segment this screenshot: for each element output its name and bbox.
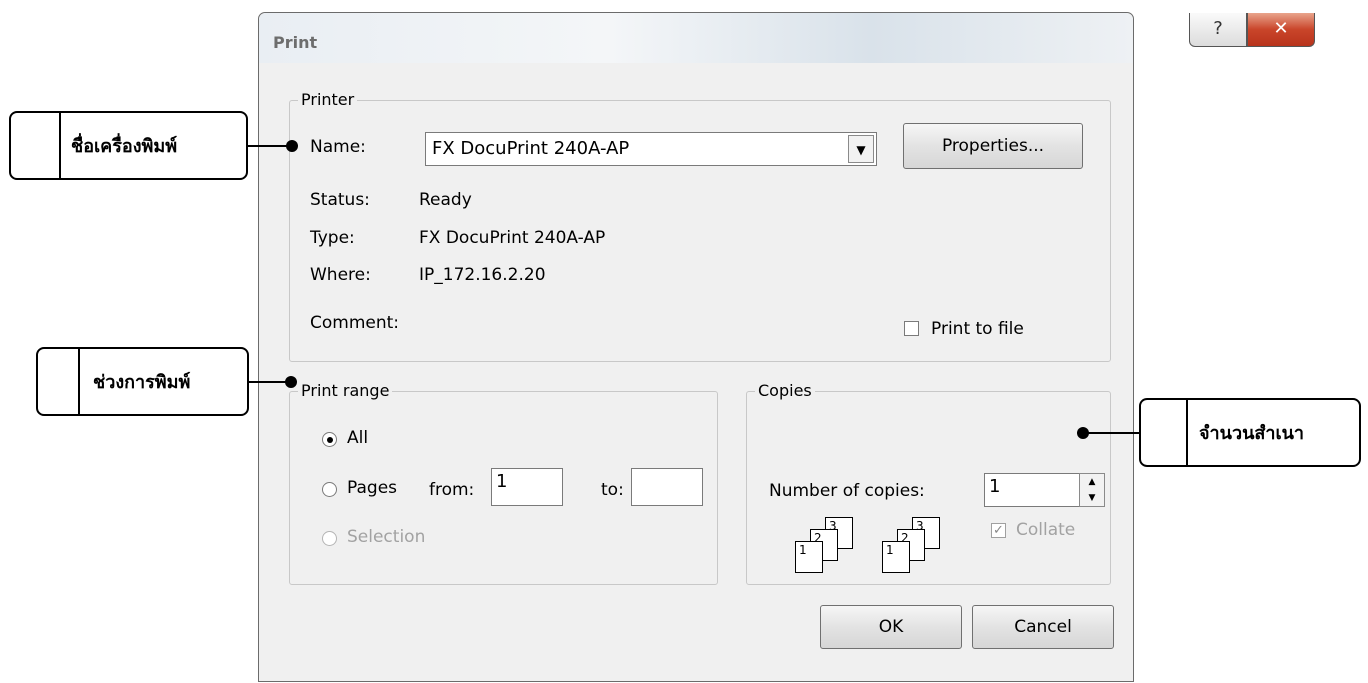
from-label: from: — [429, 480, 475, 500]
to-label: to: — [601, 480, 624, 500]
callout-print-range-bullet — [285, 376, 297, 388]
print-range-all-radio[interactable] — [322, 432, 337, 447]
print-range-pages-label[interactable]: Pages — [347, 478, 397, 498]
where-label: Where: — [310, 265, 371, 285]
copies-spinner[interactable]: ▲ ▼ — [1079, 473, 1105, 507]
callout-copies-bullet — [1077, 427, 1089, 439]
collate-page-1: 1 — [882, 541, 910, 573]
help-button[interactable]: ? — [1189, 13, 1247, 47]
close-button[interactable]: ✕ — [1247, 13, 1315, 47]
callout-print-range: ช่วงการพิมพ์ — [36, 347, 249, 416]
where-value: IP_172.16.2.20 — [419, 265, 546, 285]
help-icon: ? — [1213, 18, 1223, 39]
title-bar[interactable]: Print — [259, 13, 1133, 63]
ok-button[interactable]: OK — [820, 605, 962, 649]
callout-divider — [59, 113, 61, 178]
callout-printer-name: ชื่อเครื่องพิมพ์ — [9, 111, 248, 180]
dialog-client-area: Printer Name: FX DocuPrint 240A-AP ▼ Pro… — [269, 63, 1125, 683]
print-range-all-label[interactable]: All — [347, 428, 368, 448]
callout-divider — [1186, 400, 1188, 465]
callout-print-range-text: ช่วงการพิมพ์ — [93, 372, 191, 393]
from-page-input[interactable]: 1 — [491, 468, 563, 506]
type-label: Type: — [310, 228, 355, 248]
print-range-selection-label[interactable]: Selection — [347, 527, 425, 547]
callout-copies: จำนวนสำเนา — [1139, 398, 1361, 467]
collate-page-1: 1 — [795, 541, 823, 573]
callout-divider — [78, 349, 80, 414]
print-range-pages-radio[interactable] — [322, 482, 337, 497]
print-dialog: Print ? ✕ Printer Name: FX DocuPrint 240… — [258, 12, 1315, 683]
number-of-copies-label: Number of copies: — [769, 481, 925, 501]
cancel-button[interactable]: Cancel — [972, 605, 1114, 649]
printer-name-label: Name: — [310, 137, 366, 157]
status-value: Ready — [419, 190, 472, 210]
number-of-copies-input[interactable]: 1 — [984, 473, 1080, 507]
collate-checkbox[interactable]: ✓ — [991, 523, 1006, 538]
printer-legend: Printer — [298, 90, 358, 109]
dialog-title: Print — [273, 33, 318, 52]
comment-label: Comment: — [310, 313, 400, 333]
print-to-file-checkbox[interactable] — [904, 321, 919, 336]
printer-name-select[interactable]: FX DocuPrint 240A-AP ▼ — [425, 132, 877, 166]
collate-label[interactable]: Collate — [1016, 520, 1075, 540]
printer-name-value: FX DocuPrint 240A-AP — [432, 138, 630, 159]
properties-button[interactable]: Properties... — [903, 123, 1083, 169]
radio-selected-dot — [327, 437, 333, 443]
copies-legend: Copies — [755, 381, 815, 400]
print-to-file-label[interactable]: Print to file — [931, 319, 1024, 339]
status-label: Status: — [310, 190, 370, 210]
callout-copies-connector — [1084, 432, 1139, 434]
properties-button-label: Properties... — [941, 136, 1045, 156]
type-value: FX DocuPrint 240A-AP — [419, 228, 606, 248]
chevron-down-icon[interactable]: ▼ — [848, 135, 874, 163]
cancel-button-label: Cancel — [1014, 617, 1072, 637]
spin-up-icon[interactable]: ▲ — [1080, 474, 1104, 490]
print-range-legend: Print range — [298, 381, 393, 400]
print-range-selection-radio[interactable] — [322, 531, 337, 546]
callout-printer-name-text: ชื่อเครื่องพิมพ์ — [71, 136, 178, 157]
spin-down-icon[interactable]: ▼ — [1080, 490, 1104, 506]
callout-printer-name-bullet — [286, 140, 298, 152]
ok-button-label: OK — [878, 617, 904, 637]
to-page-input[interactable] — [631, 468, 703, 506]
callout-copies-text: จำนวนสำเนา — [1199, 423, 1305, 444]
close-icon: ✕ — [1273, 18, 1289, 39]
